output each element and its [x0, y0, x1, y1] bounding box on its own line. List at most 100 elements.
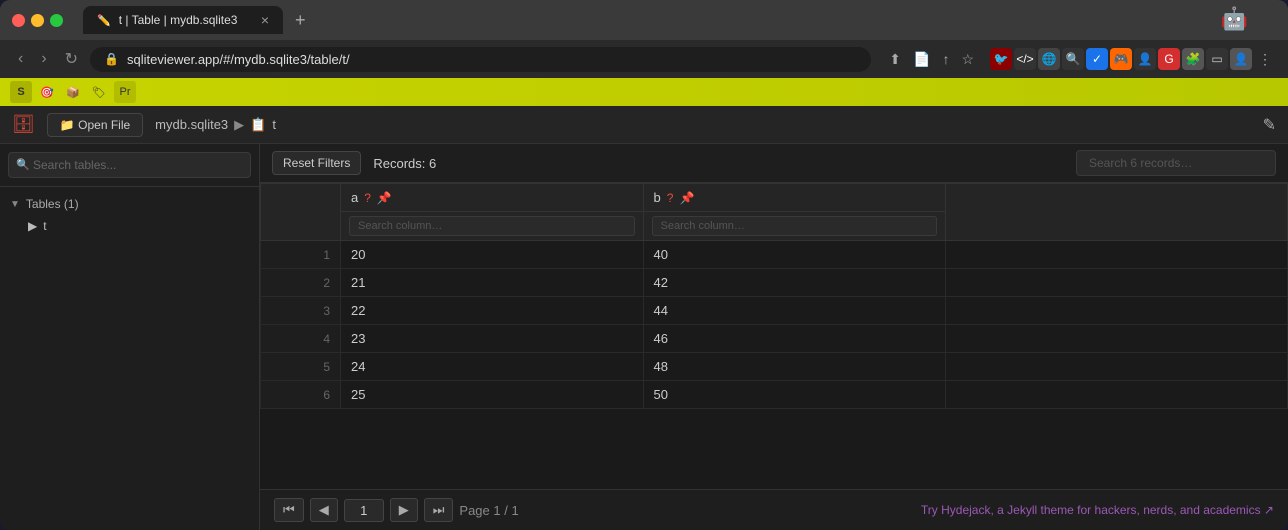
- prev-page-button[interactable]: ◀: [310, 498, 338, 522]
- tables-group-header[interactable]: ▼ Tables (1): [0, 193, 259, 215]
- main-layout: 🔍 ▼ Tables (1) ▶ t: [0, 144, 1288, 530]
- address-text: sqliteviewer.app/#/mydb.sqlite3/table/t/: [127, 52, 350, 67]
- ext-bar-icon-5[interactable]: Pr: [114, 81, 136, 103]
- col-b-search-input[interactable]: [652, 216, 938, 236]
- ext-bar-icon-1[interactable]: S: [10, 81, 32, 103]
- search-tables-input[interactable]: [8, 152, 251, 178]
- table-row: 42346: [261, 325, 1288, 353]
- minimize-traffic-light[interactable]: [31, 14, 44, 27]
- records-count: Records: 6: [373, 156, 436, 171]
- ext-icon-4[interactable]: 🔍: [1062, 48, 1084, 70]
- table-expand-icon: ▶: [28, 219, 37, 233]
- maximize-traffic-light[interactable]: [50, 14, 63, 27]
- bookmark-icon[interactable]: ☆: [957, 47, 978, 72]
- col-b-name: b: [654, 190, 661, 205]
- ext-icon-2[interactable]: </>: [1014, 48, 1036, 70]
- ext-icon-10[interactable]: ▭: [1206, 48, 1228, 70]
- row-number: 2: [261, 269, 341, 297]
- cell-a[interactable]: 25: [341, 381, 644, 409]
- data-table: a ? 📌 b: [260, 183, 1288, 409]
- ext-icon-5[interactable]: ✓: [1086, 48, 1108, 70]
- browser-controls: ‹ › ↻ 🔒 sqliteviewer.app/#/mydb.sqlite3/…: [0, 40, 1288, 78]
- next-page-button[interactable]: ▶: [390, 498, 418, 522]
- table-row: 52448: [261, 353, 1288, 381]
- row-number: 6: [261, 381, 341, 409]
- tabs-area: ✏️ t | Table | mydb.sqlite3 × +: [83, 6, 1276, 34]
- cell-b[interactable]: 48: [643, 353, 946, 381]
- cell-a[interactable]: 22: [341, 297, 644, 325]
- ext-bar-icon-4[interactable]: 🏷: [88, 81, 110, 103]
- page-icon[interactable]: 📄: [909, 47, 934, 72]
- download-icon[interactable]: ⬆: [885, 47, 905, 72]
- back-button[interactable]: ‹: [12, 46, 29, 72]
- col-a-search-input[interactable]: [349, 216, 635, 236]
- extension-icons: 🐦 </> 🌐 🔍 ✓ 🎮 👤 G 🧩 ▭ 👤 ⋮: [990, 47, 1276, 72]
- address-bar[interactable]: 🔒 sqliteviewer.app/#/mydb.sqlite3/table/…: [90, 47, 871, 72]
- cell-a[interactable]: 23: [341, 325, 644, 353]
- col-b-search-area: [644, 211, 946, 240]
- col-a-pin-icon[interactable]: 📌: [377, 191, 392, 205]
- content-area: Reset Filters Records: 6 a: [260, 144, 1288, 530]
- reload-button[interactable]: ↻: [59, 45, 84, 73]
- title-bar: ✏️ t | Table | mydb.sqlite3 × + 🤖: [0, 0, 1288, 40]
- table-container: a ? 📌 b: [260, 183, 1288, 489]
- ext-icon-9[interactable]: 🧩: [1182, 48, 1204, 70]
- tab-favicon: ✏️: [97, 14, 111, 27]
- ext-icon-1[interactable]: 🐦: [990, 48, 1012, 70]
- cell-b[interactable]: 46: [643, 325, 946, 353]
- pagination: ⏮ ◀ ▶ ⏭ Page 1 / 1 Try Hydejack, a Jekyl…: [260, 489, 1288, 530]
- browser-tab-active[interactable]: ✏️ t | Table | mydb.sqlite3 ×: [83, 6, 283, 34]
- cell-a[interactable]: 21: [341, 269, 644, 297]
- app-content: 🗄 📁 Open File mydb.sqlite3 ▶ 📋 t ✎ 🔍: [0, 106, 1288, 530]
- app-header: 🗄 📁 Open File mydb.sqlite3 ▶ 📋 t ✎: [0, 106, 1288, 144]
- table-row: 32244: [261, 297, 1288, 325]
- forward-button[interactable]: ›: [35, 46, 52, 72]
- ext-icon-11[interactable]: 👤: [1230, 48, 1252, 70]
- col-b-pin-icon[interactable]: 📌: [679, 191, 694, 205]
- reset-filters-button[interactable]: Reset Filters: [272, 151, 361, 175]
- cell-b[interactable]: 50: [643, 381, 946, 409]
- toolbar: Reset Filters Records: 6: [260, 144, 1288, 183]
- col-b-info-icon[interactable]: ?: [667, 191, 674, 205]
- cell-b[interactable]: 40: [643, 241, 946, 269]
- extension-bar: S 🎯 📦 🏷 Pr: [0, 78, 1288, 106]
- row-number: 5: [261, 353, 341, 381]
- edit-icon[interactable]: ✎: [1263, 115, 1276, 135]
- col-header-a: a ? 📌: [341, 184, 644, 241]
- ext-icon-6[interactable]: 🎮: [1110, 48, 1132, 70]
- hydejack-link[interactable]: Try Hydejack, a Jekyll theme for hackers…: [921, 503, 1274, 517]
- open-file-button[interactable]: 📁 Open File: [47, 113, 143, 137]
- ext-icon-3[interactable]: 🌐: [1038, 48, 1060, 70]
- cell-b[interactable]: 42: [643, 269, 946, 297]
- sidebar-search-area: 🔍: [0, 144, 259, 187]
- table-row: 22142: [261, 269, 1288, 297]
- sidebar: 🔍 ▼ Tables (1) ▶ t: [0, 144, 260, 530]
- ext-icon-8[interactable]: G: [1158, 48, 1180, 70]
- close-traffic-light[interactable]: [12, 14, 25, 27]
- ext-bar-icon-2[interactable]: 🎯: [36, 81, 58, 103]
- app-logo: 🗄: [12, 114, 35, 135]
- cell-b[interactable]: 44: [643, 297, 946, 325]
- tab-close-button[interactable]: ×: [261, 12, 269, 28]
- search-records-input[interactable]: [1076, 150, 1276, 176]
- ext-bar-icon-3[interactable]: 📦: [62, 81, 84, 103]
- row-num-header: [261, 184, 341, 241]
- sidebar-item-t[interactable]: ▶ t: [0, 215, 259, 237]
- page-number-input[interactable]: [344, 499, 384, 522]
- cell-extra: [946, 241, 1288, 269]
- last-page-button[interactable]: ⏭: [424, 498, 454, 522]
- browser-window: ✏️ t | Table | mydb.sqlite3 × + 🤖 ‹ › ↻ …: [0, 0, 1288, 530]
- col-a-info-icon[interactable]: ?: [364, 191, 371, 205]
- col-a-name: a: [351, 190, 358, 205]
- tables-group-label: Tables (1): [26, 197, 79, 211]
- new-tab-button[interactable]: +: [287, 8, 314, 33]
- first-page-button[interactable]: ⏮: [274, 498, 304, 522]
- ext-icon-7[interactable]: 👤: [1134, 48, 1156, 70]
- cell-a[interactable]: 24: [341, 353, 644, 381]
- share-icon[interactable]: ↑: [938, 47, 953, 71]
- menu-button[interactable]: ⋮: [1254, 47, 1276, 72]
- col-header-extra: [946, 184, 1288, 241]
- table-row: 62550: [261, 381, 1288, 409]
- breadcrumb-icon: 📋: [250, 117, 266, 133]
- cell-a[interactable]: 20: [341, 241, 644, 269]
